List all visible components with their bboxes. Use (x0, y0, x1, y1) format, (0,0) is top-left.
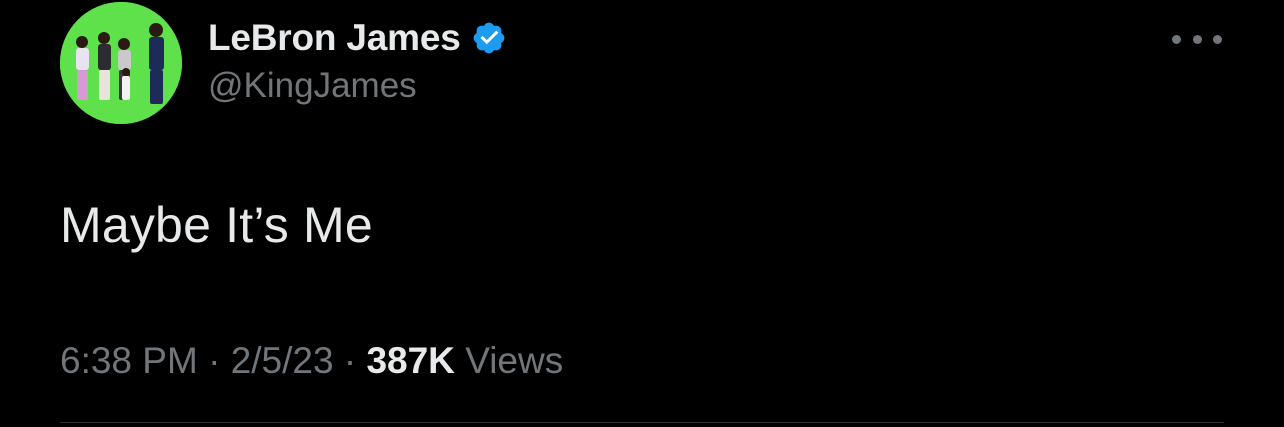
display-name[interactable]: LeBron James (208, 17, 461, 59)
avatar[interactable] (60, 2, 182, 124)
more-options-button[interactable] (1172, 24, 1222, 54)
views-label: Views (465, 340, 564, 381)
meta-separator: · (208, 340, 221, 381)
user-handle[interactable]: @KingJames (208, 66, 417, 106)
verified-badge-icon (473, 22, 504, 54)
tweet-date[interactable]: 2/5/23 (231, 340, 334, 381)
more-horizontal-icon (1172, 34, 1181, 44)
tweet-text: Maybe It’s Me (60, 197, 373, 253)
tweet-meta: 6:38 PM · 2/5/23 · 387K Views (60, 340, 563, 382)
more-horizontal-icon (1192, 34, 1202, 44)
meta-separator: · (343, 340, 357, 381)
more-horizontal-icon (1213, 34, 1222, 44)
divider (60, 422, 1224, 423)
tweet-card: LeBron James @KingJames Maybe It’s Me 6:… (0, 0, 1284, 427)
author-name-row[interactable]: LeBron James (208, 14, 507, 62)
views-count[interactable]: 387K (366, 340, 454, 381)
avatar-photo-icon (60, 2, 182, 124)
tweet-time[interactable]: 6:38 PM (60, 340, 198, 381)
